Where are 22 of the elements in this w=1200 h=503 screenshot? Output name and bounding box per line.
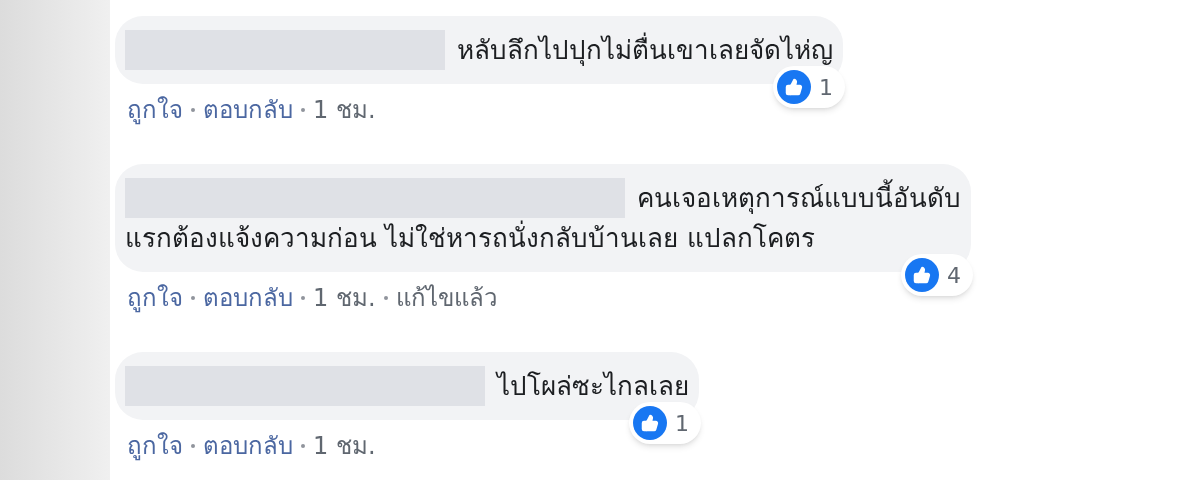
reaction-badge[interactable]: 1: [629, 402, 701, 444]
timestamp: 1 ชม.: [313, 431, 376, 462]
like-icon: [633, 406, 667, 440]
reaction-badge[interactable]: 4: [901, 254, 973, 296]
reaction-count: 1: [675, 409, 689, 438]
like-icon: [777, 70, 811, 104]
action-link[interactable]: ถูกใจ: [127, 280, 183, 316]
timestamp: 1 ชม.: [313, 95, 376, 126]
action-link[interactable]: ตอบกลับ: [203, 92, 293, 128]
reaction-count: 1: [819, 73, 833, 102]
comment-text: คนเจอเหตุการณ์แบบนี้อันดับ: [637, 178, 961, 218]
edited-label: แก้ไขแล้ว: [395, 283, 497, 314]
comment-text: แรกต้องแจ้งความก่อน ไม่ใช่หารถนั่งกลับบ้านเลย แปลกโคตร: [125, 218, 815, 258]
action-link[interactable]: ถูกใจ: [127, 92, 183, 128]
reaction-count: 4: [947, 261, 961, 290]
comment-text: ไปโผล่ซะไกลเลย: [497, 370, 689, 403]
action-link[interactable]: ตอบกลับ: [203, 428, 293, 464]
timestamp: 1 ชม.: [313, 283, 376, 314]
action-link[interactable]: ตอบกลับ: [203, 280, 293, 316]
reaction-badge[interactable]: 1: [773, 66, 845, 108]
like-icon: [905, 258, 939, 292]
action-link[interactable]: ถูกใจ: [127, 428, 183, 464]
